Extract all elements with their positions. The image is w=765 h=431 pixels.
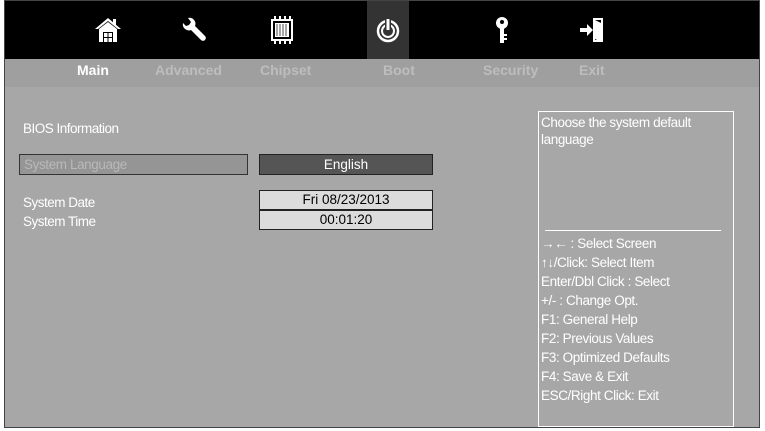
system-language-value[interactable]: English (259, 154, 433, 175)
home-icon-button[interactable] (87, 1, 129, 59)
help-key-save-exit: F4: Save & Exit (541, 369, 629, 384)
help-key-select: Enter/Dbl Click : Select (541, 274, 670, 289)
help-key-select-item: ↑↓/Click: Select Item (541, 255, 655, 270)
wrench-icon-button[interactable] (173, 1, 215, 59)
chip-icon-button[interactable] (261, 1, 303, 59)
help-divider (545, 230, 721, 231)
exit-icon (580, 18, 603, 42)
power-icon-button[interactable] (367, 1, 409, 59)
home-icon (95, 18, 121, 42)
wrench-icon (182, 17, 206, 41)
key-icon (496, 17, 508, 43)
chip-icon (271, 16, 293, 44)
bios-information-heading: BIOS Information (23, 121, 119, 136)
help-key-optimized-defaults: F3: Optimized Defaults (541, 350, 670, 365)
system-time-label: System Time (23, 214, 96, 229)
power-icon (376, 18, 400, 43)
tab-boot[interactable]: Boot (383, 59, 415, 87)
help-key-previous-values: F2: Previous Values (541, 331, 654, 346)
tab-exit[interactable]: Exit (579, 59, 605, 87)
help-key-esc-exit: ESC/Right Click: Exit (541, 388, 659, 403)
help-key-general-help: F1: General Help (541, 312, 638, 327)
icon-bar (5, 1, 759, 59)
exit-icon-button[interactable] (571, 1, 613, 59)
tab-main[interactable]: Main (77, 59, 109, 87)
system-date-label: System Date (23, 195, 95, 210)
help-panel: Choose the system default language →← : … (538, 111, 734, 427)
key-icon-button[interactable] (481, 1, 523, 59)
tab-security[interactable]: Security (483, 59, 538, 87)
system-language-label[interactable]: System Language (19, 154, 248, 175)
system-time-field[interactable]: 00:01:20 (259, 210, 433, 230)
system-date-field[interactable]: Fri 08/23/2013 (259, 190, 433, 210)
tab-chipset[interactable]: Chipset (260, 59, 311, 87)
help-key-select-screen: →← : Select Screen (541, 236, 657, 251)
help-key-change-opt: +/- : Change Opt. (541, 293, 639, 308)
tab-bar: Main Advanced Chipset Boot Security Exit (5, 59, 759, 87)
bios-setup-window: Main Advanced Chipset Boot Security Exit… (4, 0, 760, 428)
tab-advanced[interactable]: Advanced (155, 59, 222, 87)
help-description: Choose the system default language (541, 115, 691, 147)
